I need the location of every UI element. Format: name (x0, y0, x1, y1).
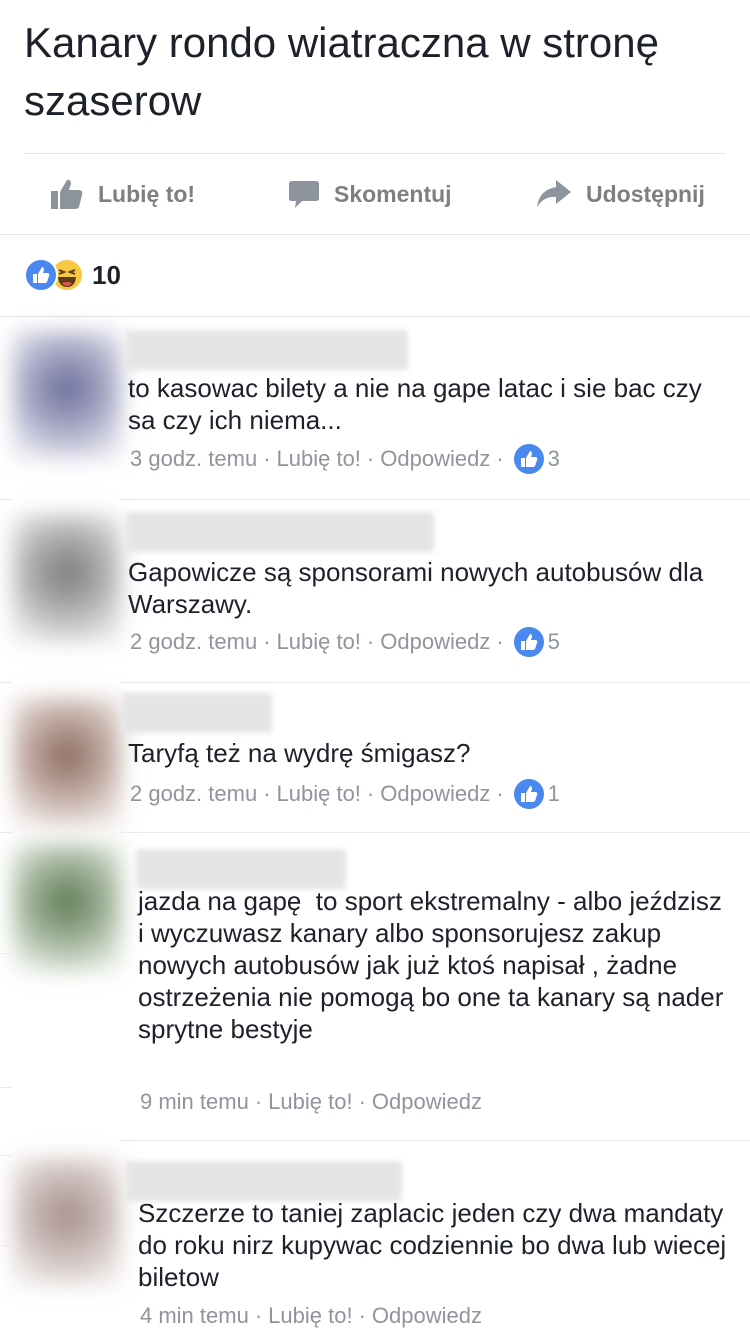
comment-time[interactable]: 3 godz. temu (130, 444, 257, 474)
comment-item: Gapowicze są sponsorami nowych autobusów… (0, 500, 750, 683)
thumbs-up-icon (51, 179, 83, 209)
comment-reply-link[interactable]: Odpowiedz (380, 627, 490, 657)
comment-text: Gapowicze są sponsorami nowych autobusów… (128, 557, 711, 619)
divider (0, 1245, 12, 1246)
divider (0, 953, 12, 954)
commenter-name[interactable] (126, 512, 434, 552)
comment-item: Szczerze to taniej zaplacic jeden czy dw… (0, 1141, 750, 1334)
divider (0, 1155, 12, 1156)
comment-meta: 4 min temu · Lubię to! · Odpowiedz (140, 1301, 482, 1331)
share-icon (537, 180, 571, 207)
commenter-name[interactable] (126, 1161, 402, 1201)
comment-text: Taryfą też na wydrę śmigasz? (128, 738, 471, 768)
commenter-name[interactable] (122, 693, 272, 733)
comment-text: Szczerze to taniej zaplacic jeden czy dw… (138, 1198, 734, 1292)
post-action-bar: Lubię to! Skomentuj Udostępnij (0, 154, 750, 234)
comment-reply-link[interactable]: Odpowiedz (380, 444, 490, 474)
like-label: Lubię to! (98, 180, 196, 207)
comment-meta: 2 godz. temu · Lubię to! · Odpowiedz · 5 (130, 627, 560, 657)
comment-like-link[interactable]: Lubię to! (277, 444, 361, 474)
comment-like-count: 5 (547, 629, 560, 654)
comment-button[interactable]: Skomentuj (288, 154, 452, 234)
like-reaction-icon (24, 258, 58, 292)
comment-meta: 3 godz. temu · Lubię to! · Odpowiedz · 3 (130, 444, 560, 474)
reaction-count: 10 (92, 259, 121, 290)
commenter-name[interactable] (136, 849, 346, 889)
divider (0, 1087, 12, 1088)
comment-icon (289, 181, 319, 208)
comment-reply-link[interactable]: Odpowiedz (372, 1087, 482, 1117)
comment-time[interactable]: 2 godz. temu (130, 779, 257, 809)
like-count-icon[interactable] (513, 444, 544, 474)
comment-time[interactable]: 2 godz. temu (130, 627, 257, 657)
comment-like-count: 1 (547, 781, 560, 806)
comment-like-link[interactable]: Lubię to! (268, 1087, 352, 1117)
post-title: Kanary rondo wiatraczna w stronę szasero… (24, 19, 659, 124)
share-button[interactable]: Udostępnij (536, 154, 705, 234)
divider (0, 234, 750, 235)
comment-item: Taryfą też na wydrę śmigasz? 2 godz. tem… (0, 683, 750, 833)
comment-label: Skomentuj (334, 180, 452, 207)
like-button[interactable]: Lubię to! (50, 154, 195, 234)
avatar[interactable] (12, 843, 122, 973)
commenter-name[interactable] (126, 330, 408, 370)
share-label: Udostępnij (586, 180, 705, 207)
comment-text: to kasowac bilety a nie na gape latac i … (128, 373, 709, 435)
avatar[interactable] (12, 697, 122, 827)
comment-time[interactable]: 9 min temu (140, 1087, 249, 1117)
comment-reply-link[interactable]: Odpowiedz (380, 779, 490, 809)
comment-time[interactable]: 4 min temu (140, 1301, 249, 1331)
comment-item: jazda na gapę to sport ekstremalny - alb… (0, 833, 750, 1141)
like-count-icon[interactable] (513, 779, 544, 809)
comment-like-count: 3 (547, 446, 560, 471)
comment-item: to kasowac bilety a nie na gape latac i … (0, 316, 750, 500)
avatar[interactable] (12, 330, 122, 460)
comment-text: jazda na gapę to sport ekstremalny - alb… (138, 886, 731, 1044)
comment-reply-link[interactable]: Odpowiedz (372, 1301, 482, 1331)
comment-like-link[interactable]: Lubię to! (277, 779, 361, 809)
comment-meta: 2 godz. temu · Lubię to! · Odpowiedz · 1 (130, 779, 560, 809)
comment-like-link[interactable]: Lubię to! (277, 627, 361, 657)
comment-meta: 9 min temu · Lubię to! · Odpowiedz (140, 1087, 482, 1117)
reactions-summary[interactable]: 10 (24, 258, 121, 292)
avatar[interactable] (12, 1157, 122, 1287)
comment-like-link[interactable]: Lubię to! (268, 1301, 352, 1331)
avatar[interactable] (12, 514, 122, 644)
like-count-icon[interactable] (513, 627, 544, 657)
